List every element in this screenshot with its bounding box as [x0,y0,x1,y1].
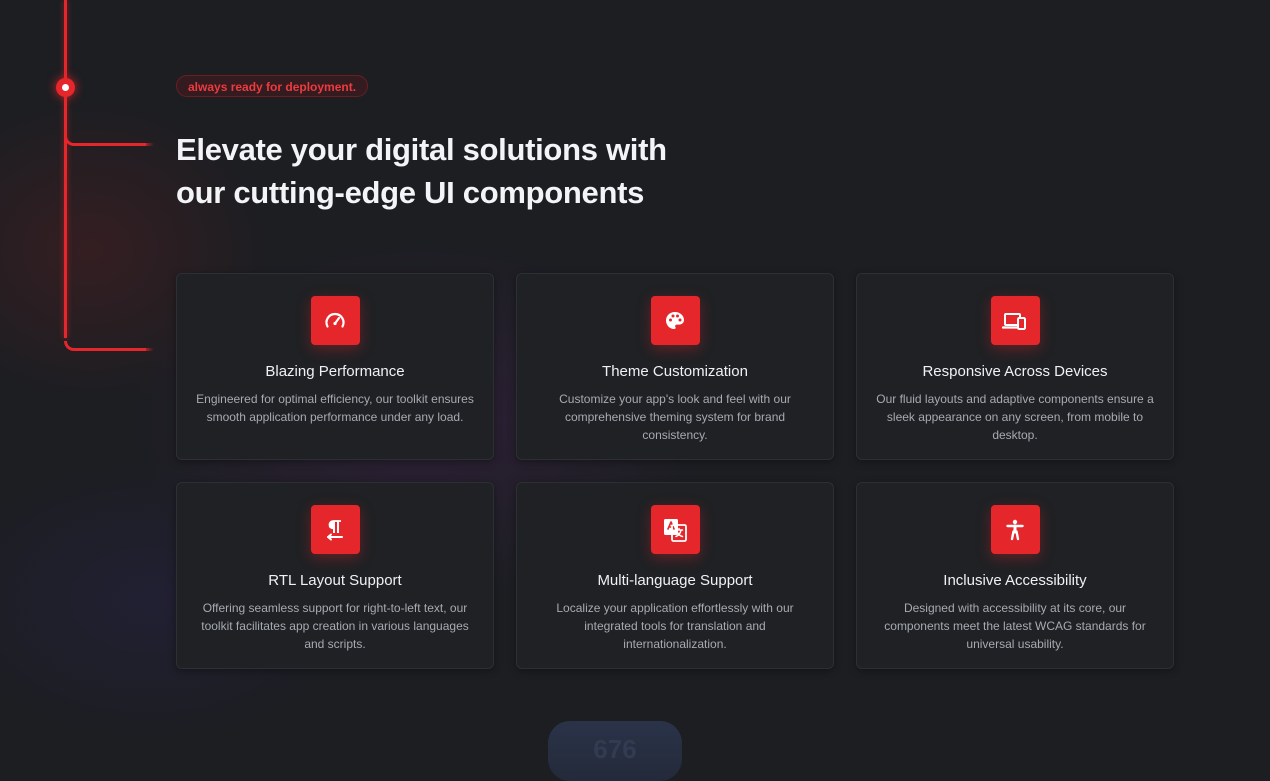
feature-description: Customize your app's look and feel with … [559,392,791,442]
feature-description: Our fluid layouts and adaptive component… [876,392,1154,442]
text-direction-rtl-icon [310,505,360,554]
features-grid: Blazing Performance Engineered for optim… [176,273,1176,669]
feature-description: Engineered for optimal efficiency, our t… [196,392,474,424]
feature-title: Blazing Performance [265,363,405,380]
feature-card-responsive: Responsive Across Devices Our fluid layo… [856,273,1174,460]
feature-title: Theme Customization [602,363,748,380]
timeline-line [64,0,67,338]
feature-title: Multi-language Support [597,572,753,589]
feature-title: RTL Layout Support [268,572,402,589]
section-title: Elevate your digital solutions with our … [176,128,736,214]
speedometer-icon [310,296,360,345]
feature-card-accessibility: Inclusive Accessibility Designed with ac… [856,482,1174,669]
palette-icon [650,296,700,345]
feature-description: Designed with accessibility at its core,… [884,601,1146,651]
feature-description: Offering seamless support for right-to-l… [201,601,469,651]
section-title-line-2: our cutting-edge UI components [176,175,645,210]
section-badge: always ready for deployment. [176,75,369,97]
feature-title: Responsive Across Devices [922,363,1108,380]
feature-card-language: Multi-language Support Localize your app… [516,482,834,669]
section-title-line-1: Elevate your digital solutions with [176,132,667,167]
feature-card-rtl: RTL Layout Support Offering seamless sup… [176,482,494,669]
timeline-decoration [0,0,160,360]
devices-icon [990,296,1040,345]
stat-counter: 676 [548,721,682,781]
timeline-branch [64,136,154,146]
feature-title: Inclusive Accessibility [943,572,1087,589]
accessibility-icon [990,505,1040,554]
feature-card-theme: Theme Customization Customize your app's… [516,273,834,460]
translate-icon [650,505,700,554]
timeline-dot [56,78,75,97]
feature-card-performance: Blazing Performance Engineered for optim… [176,273,494,460]
feature-description: Localize your application effortlessly w… [556,601,794,651]
timeline-branch [64,341,154,351]
